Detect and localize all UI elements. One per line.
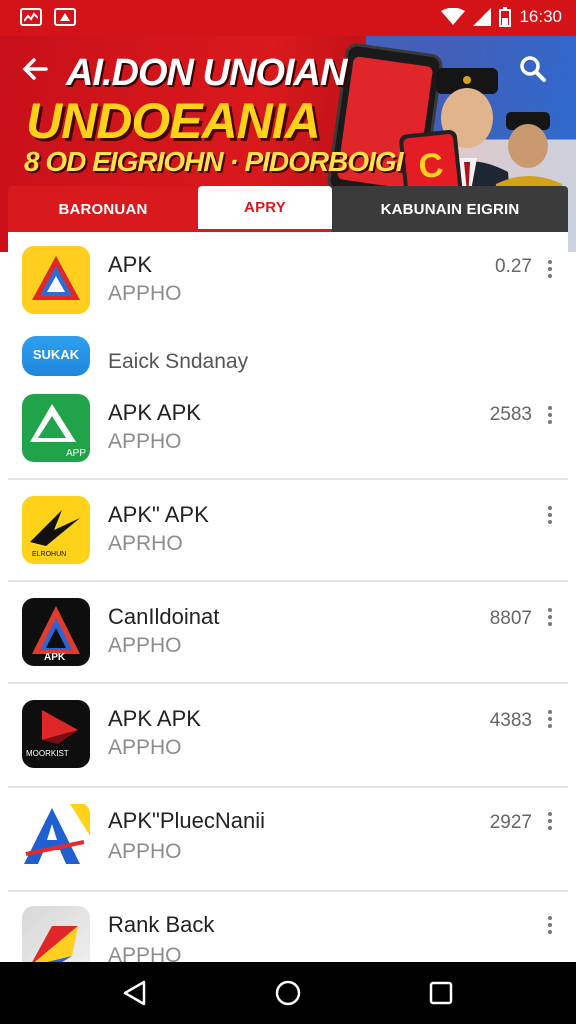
more-options-button[interactable] — [542, 706, 558, 732]
tab-apry[interactable]: APRY — [198, 186, 332, 232]
more-options-button[interactable] — [542, 912, 558, 938]
app-meta: 8807 — [489, 608, 532, 629]
list-item[interactable]: MOORKIST APK APK APPHO 4383 — [8, 684, 568, 788]
black-triangle-icon: APK — [22, 598, 90, 666]
yellow-arrow-icon: ELROHUN — [22, 496, 90, 564]
cell-signal-icon — [473, 8, 492, 26]
navigation-bar — [0, 962, 576, 1024]
app-list: APK APPHO 0.27 SUKAK Eaick Sndanay APP A… — [8, 232, 568, 962]
app-name: Rank Back — [108, 912, 215, 937]
red-play-icon: MOORKIST — [22, 700, 90, 768]
more-options-button[interactable] — [542, 604, 558, 630]
status-time: 16:30 — [519, 7, 562, 26]
app-name: APK APK — [108, 400, 201, 425]
svg-text:APK: APK — [44, 652, 66, 663]
battery-icon — [499, 7, 512, 27]
nav-home-button[interactable] — [271, 976, 305, 1010]
status-indicators: 16:30 — [441, 7, 562, 27]
app-meta: 0.27 — [495, 256, 532, 277]
back-triangle-icon — [123, 980, 146, 1006]
home-circle-icon — [275, 980, 301, 1006]
app-name: APK" APK — [108, 502, 209, 527]
nav-recents-button[interactable] — [424, 976, 458, 1010]
app-subtitle: APPHO — [108, 282, 182, 305]
search-button[interactable] — [518, 54, 558, 94]
banner-headline: UNDOEANIA — [26, 93, 321, 149]
back-arrow-button[interactable] — [20, 54, 60, 90]
app-notification-icon — [54, 8, 76, 26]
list-item[interactable]: APK APPHO 0.27 SUKAK Eaick Sndanay — [8, 232, 568, 392]
app-meta: 4383 — [489, 710, 532, 731]
tab-kabunain-eigrin[interactable]: KABUNAIN EIGRIN — [332, 186, 568, 232]
tab-baronuan[interactable]: BARONUAN — [8, 186, 198, 232]
tab-bar: BARONUAN APRY KABUNAIN EIGRIN — [8, 186, 568, 232]
app-name: APK — [108, 252, 153, 277]
svg-text:MOORKIST: MOORKIST — [26, 749, 69, 758]
app-subtitle: APPHO — [108, 430, 182, 453]
app-screen: 16:30 C AI.DON UNOIAN UNDOEANIA 8 OD EIG… — [0, 0, 576, 1024]
app-subtitle: APPHO — [108, 736, 182, 759]
app-subtitle: APRHO — [108, 532, 183, 555]
more-options-button[interactable] — [542, 256, 558, 282]
app-subtitle: APPHO — [108, 840, 182, 863]
app-name: CanIldoinat — [108, 604, 220, 629]
app-meta: 2927 — [489, 812, 532, 833]
section-icon: SUKAK — [22, 336, 90, 376]
svg-text:ELROHUN: ELROHUN — [32, 551, 66, 558]
app-name: APK APK — [108, 706, 201, 731]
wifi-icon — [441, 8, 466, 25]
list-item[interactable]: Rank Back APPHO — [8, 892, 568, 962]
banner-subtitle: 8 OD EIGRIOHN · PIDORBOIGI — [24, 146, 403, 177]
list-item[interactable]: APK CanIldoinat APPHO 8807 — [8, 582, 568, 684]
banner-title: AI.DON UNOIAN — [66, 52, 347, 94]
more-options-button[interactable] — [542, 502, 558, 528]
section-label: Eaick Sndanay — [108, 350, 249, 373]
list-item[interactable]: APP APK APK APPHO 2583 — [8, 382, 568, 480]
list-item[interactable]: APK"PluecNanii APPHO 2927 — [8, 788, 568, 892]
recents-square-icon — [429, 981, 453, 1005]
blue-a-icon — [22, 802, 90, 870]
status-bar: 16:30 — [0, 0, 576, 36]
photo-notification-icon — [20, 8, 42, 26]
app-meta: 2583 — [489, 404, 532, 425]
svg-text:APP: APP — [66, 448, 86, 459]
more-options-button[interactable] — [542, 808, 558, 834]
app-subtitle: APPHO — [108, 634, 182, 657]
back-arrow-icon — [22, 58, 48, 80]
app-name: APK"PluecNanii — [108, 808, 265, 833]
yellow-triangle-icon — [22, 246, 90, 314]
nav-back-button[interactable] — [118, 976, 152, 1010]
list-item[interactable]: ELROHUN APK" APK APRHO — [8, 480, 568, 582]
status-notifications — [20, 8, 76, 26]
colorful-arrow-icon — [22, 906, 90, 962]
app-subtitle: APPHO — [108, 944, 182, 962]
more-options-button[interactable] — [542, 402, 558, 428]
search-icon — [520, 56, 546, 82]
green-apk-icon: APP — [22, 394, 90, 462]
